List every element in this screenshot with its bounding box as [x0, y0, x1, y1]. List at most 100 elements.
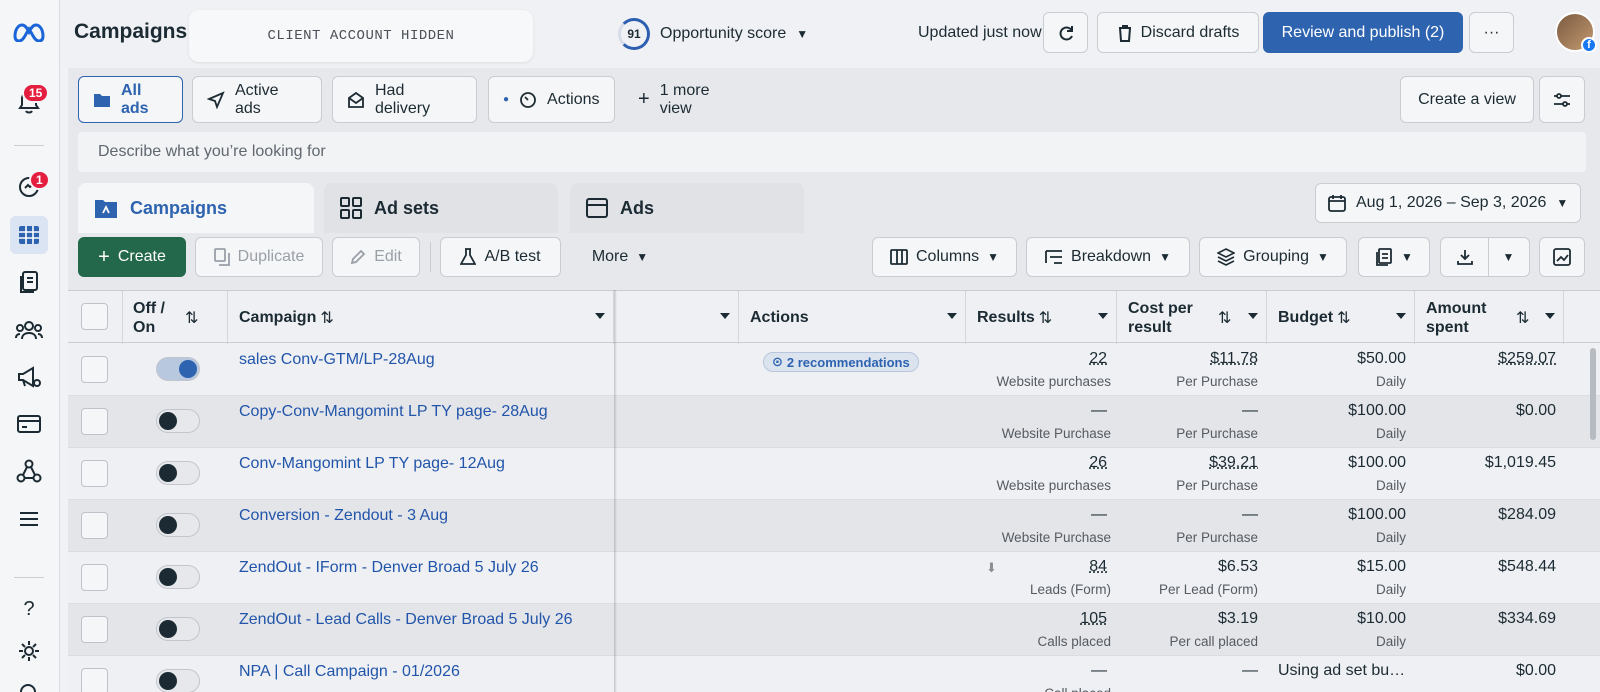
row-checkbox[interactable] [81, 460, 108, 487]
opportunity-score-dropdown[interactable]: 91 Opportunity score ▼ [618, 18, 808, 50]
search-input[interactable]: Describe what you’re looking for [78, 132, 1586, 172]
amount-spent-value[interactable]: $0.00 [1415, 402, 1556, 420]
create-button[interactable]: + Create [78, 237, 186, 277]
cost-per-result-value[interactable]: — [1117, 662, 1258, 680]
vertical-scrollbar[interactable] [1590, 348, 1596, 440]
table-row[interactable]: ZendOut - Lead Calls - Denver Broad 5 Ju… [68, 604, 1600, 656]
results-value[interactable]: 26 [966, 454, 1107, 472]
ab-test-button[interactable]: A/B test [440, 237, 561, 277]
cost-per-result-value[interactable]: — [1117, 506, 1258, 524]
delivery-toggle[interactable] [156, 461, 200, 485]
budget-value[interactable]: $100.00 [1267, 506, 1406, 524]
column-header-campaign[interactable]: Campaign ⇅ [228, 291, 614, 344]
more-views-button[interactable]: + 1 more view [624, 76, 754, 123]
campaign-name-link[interactable]: Conv-Mangomint LP TY page- 12Aug [239, 455, 505, 473]
reports-dropdown-button[interactable]: ▼ [1358, 237, 1430, 277]
column-header-results[interactable]: Results ⇅ [966, 291, 1117, 344]
edit-button[interactable]: Edit [332, 237, 420, 277]
menu-icon[interactable] [10, 500, 48, 538]
results-value[interactable]: — [966, 506, 1107, 524]
column-header-actions[interactable]: Actions [739, 291, 966, 344]
campaign-name-link[interactable]: sales Conv-GTM/LP-28Aug [239, 351, 435, 369]
avatar[interactable]: f [1555, 12, 1595, 52]
row-checkbox[interactable] [81, 616, 108, 643]
view-actions[interactable]: ● Actions [488, 76, 615, 123]
cost-per-result-value[interactable]: $6.53 [1117, 558, 1258, 576]
delivery-toggle[interactable] [156, 617, 200, 641]
columns-button[interactable]: Columns ▼ [872, 237, 1017, 277]
cost-per-result-value[interactable]: $3.19 [1117, 610, 1258, 628]
ads-manager-table-icon[interactable] [10, 216, 48, 254]
budget-value[interactable]: $100.00 [1267, 402, 1406, 420]
delivery-toggle[interactable] [156, 513, 200, 537]
events-manager-icon[interactable] [10, 452, 48, 490]
billing-card-icon[interactable] [10, 405, 48, 443]
delivery-toggle[interactable] [156, 565, 200, 589]
amount-spent-value[interactable]: $334.69 [1415, 610, 1556, 628]
search-icon[interactable] [10, 674, 48, 692]
results-value[interactable]: — [966, 402, 1107, 420]
column-header-budget[interactable]: Budget ⇅ [1267, 291, 1415, 344]
cost-per-result-value[interactable]: $39.21 [1117, 454, 1258, 472]
export-button[interactable]: ▼ [1440, 237, 1530, 277]
delivery-toggle[interactable] [156, 409, 200, 433]
refresh-button[interactable] [1043, 12, 1088, 53]
table-row[interactable]: NPA | Call Campaign - 01/2026 — Call place… [68, 656, 1600, 692]
amount-spent-value[interactable]: $284.09 [1415, 506, 1556, 524]
meta-logo-icon[interactable] [10, 13, 48, 51]
view-had-delivery[interactable]: Had delivery [332, 76, 477, 123]
select-all-checkbox[interactable] [81, 303, 108, 330]
view-settings-button[interactable] [1539, 76, 1585, 123]
create-view-button[interactable]: Create a view [1400, 76, 1534, 123]
results-value[interactable]: 105 [966, 610, 1107, 628]
row-checkbox[interactable] [81, 512, 108, 539]
campaign-name-link[interactable]: Conversion - Zendout - 3 Aug [239, 507, 448, 525]
budget-value[interactable]: $100.00 [1267, 454, 1406, 472]
amount-spent-value[interactable]: $1,019.45 [1415, 454, 1556, 472]
column-header-amount-spent[interactable]: Amount spent ⇅ [1415, 291, 1564, 344]
budget-value[interactable]: $10.00 [1267, 610, 1406, 628]
row-checkbox[interactable] [81, 668, 108, 692]
more-actions-button[interactable]: More ▼ [570, 237, 670, 277]
duplicate-button[interactable]: Duplicate [195, 237, 323, 277]
view-active-ads[interactable]: Active ads [192, 76, 322, 123]
more-options-button[interactable]: ··· [1469, 12, 1514, 53]
discard-drafts-button[interactable]: Discard drafts [1097, 12, 1259, 53]
review-publish-button[interactable]: Review and publish (2) [1263, 12, 1463, 53]
campaign-name-link[interactable]: ZendOut - IForm - Denver Broad 5 July 26 [239, 559, 539, 577]
breakdown-button[interactable]: Breakdown ▼ [1026, 237, 1190, 277]
tab-campaigns[interactable]: Campaigns [78, 183, 314, 233]
row-checkbox[interactable] [81, 564, 108, 591]
row-checkbox[interactable] [81, 408, 108, 435]
table-row[interactable]: Conversion - Zendout - 3 Aug — Website Pur… [68, 500, 1600, 552]
campaign-name-link[interactable]: ZendOut - Lead Calls - Denver Broad 5 Ju… [239, 611, 573, 629]
results-value[interactable]: 22 [966, 350, 1107, 368]
campaign-name-link[interactable]: Copy-Conv-Mangomint LP TY page- 28Aug [239, 403, 548, 421]
results-value[interactable]: — [966, 662, 1107, 680]
budget-value[interactable]: $15.00 [1267, 558, 1406, 576]
help-icon[interactable]: ? [10, 590, 48, 628]
cost-per-result-value[interactable]: $11.78 [1117, 350, 1258, 368]
column-header-hidden[interactable] [617, 291, 739, 344]
table-row[interactable]: Copy-Conv-Mangomint LP TY page- 28Aug — We… [68, 396, 1600, 448]
table-row[interactable]: ZendOut - IForm - Denver Broad 5 July 26… [68, 552, 1600, 604]
amount-spent-value[interactable]: $259.07 [1415, 350, 1556, 368]
grouping-button[interactable]: Grouping ▼ [1199, 237, 1347, 277]
charts-toggle-button[interactable] [1539, 237, 1585, 277]
budget-value[interactable]: Using ad set bu… [1267, 662, 1406, 680]
table-row[interactable]: Conv-Mangomint LP TY page- 12Aug 26 Websit… [68, 448, 1600, 500]
view-all-ads[interactable]: All ads [78, 76, 183, 123]
tab-ads[interactable]: Ads [570, 183, 804, 233]
reports-icon[interactable] [10, 264, 48, 302]
campaign-name-link[interactable]: NPA | Call Campaign - 01/2026 [239, 663, 460, 681]
column-header-cost-per-result[interactable]: Cost per result ⇅ [1117, 291, 1267, 344]
account-selector[interactable]: CLIENT ACCOUNT HIDDEN [189, 10, 533, 62]
recommendations-badge[interactable]: ⊙ 2 recommendations [763, 352, 919, 372]
amount-spent-value[interactable]: $0.00 [1415, 662, 1556, 680]
date-range-picker[interactable]: Aug 1, 2026 – Sep 3, 2026 ▼ [1315, 183, 1581, 223]
row-checkbox[interactable] [81, 356, 108, 383]
gear-icon[interactable] [10, 632, 48, 670]
column-header-off-on[interactable]: Off / On ⇅ [123, 291, 228, 344]
delivery-toggle[interactable] [156, 357, 200, 381]
cost-per-result-value[interactable]: — [1117, 402, 1258, 420]
